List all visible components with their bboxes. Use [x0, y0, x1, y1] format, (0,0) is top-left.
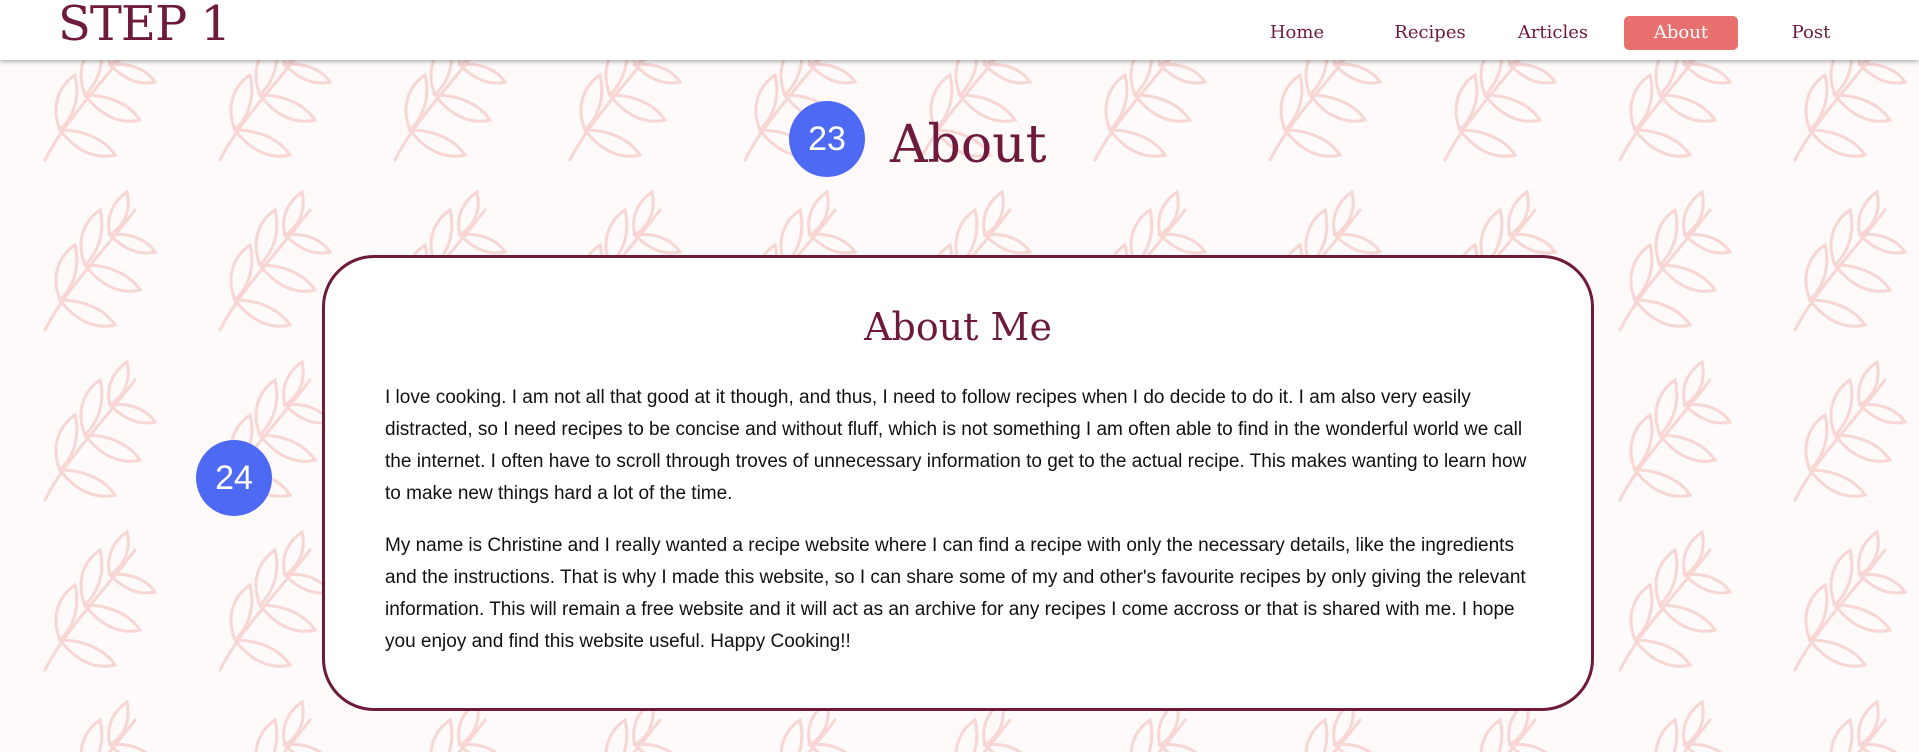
page-title: About	[890, 115, 1047, 175]
nav-post[interactable]: Post	[1766, 16, 1856, 50]
card-body: I love cooking. I am not all that good a…	[385, 382, 1535, 678]
card-heading: About Me	[864, 305, 1052, 349]
nav-recipes[interactable]: Recipes	[1380, 16, 1480, 50]
nav-links: Home Recipes Articles About Post	[0, 0, 1919, 60]
about-paragraph-2: My name is Christine and I really wanted…	[385, 535, 1526, 652]
nav-home[interactable]: Home	[1252, 16, 1342, 50]
card-marker: 24	[196, 440, 272, 516]
top-navbar: STEP 1 Home Recipes Articles About Post	[0, 0, 1919, 60]
about-card: About Me I love cooking. I am not all th…	[322, 255, 1594, 711]
nav-articles[interactable]: Articles	[1508, 16, 1598, 50]
nav-about[interactable]: About	[1624, 16, 1738, 50]
title-marker: 23	[789, 101, 865, 177]
about-paragraph-1: I love cooking. I am not all that good a…	[385, 387, 1527, 504]
